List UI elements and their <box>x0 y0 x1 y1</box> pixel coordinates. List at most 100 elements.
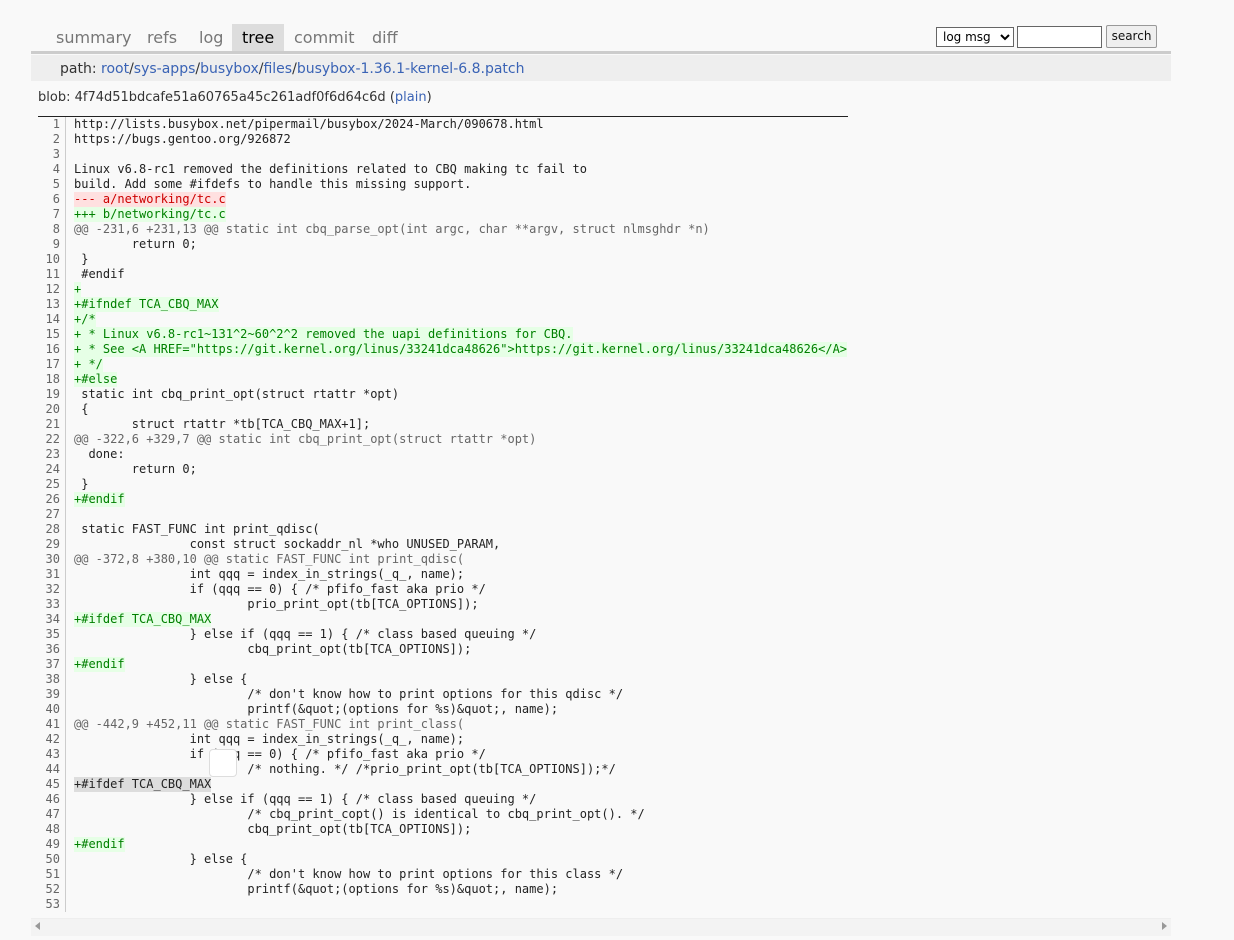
tab-diff[interactable]: diff <box>362 24 408 51</box>
breadcrumb-root[interactable]: root <box>101 61 129 77</box>
line-number[interactable]: 21 <box>38 417 66 432</box>
line-number[interactable]: 8 <box>38 222 66 237</box>
line-number[interactable]: 16 <box>38 342 66 357</box>
line-number[interactable]: 44 <box>38 762 66 777</box>
diff-add-text: +#endif <box>74 492 125 507</box>
code-line: 9 return 0; <box>38 237 847 252</box>
line-number[interactable]: 30 <box>38 552 66 567</box>
line-number[interactable]: 45 <box>38 777 66 792</box>
line-number[interactable]: 2 <box>38 132 66 147</box>
code-line: 51 /* don't know how to print options fo… <box>38 867 847 882</box>
line-number[interactable]: 43 <box>38 747 66 762</box>
line-number[interactable]: 37 <box>38 657 66 672</box>
code-line: 26 +#endif <box>38 492 847 507</box>
line-number[interactable]: 47 <box>38 807 66 822</box>
breadcrumb-sys-apps[interactable]: sys-apps <box>134 61 196 77</box>
line-text: /* don't know how to print options for t… <box>74 687 624 701</box>
line-number[interactable]: 12 <box>38 282 66 297</box>
line-number[interactable]: 20 <box>38 402 66 417</box>
line-number[interactable]: 50 <box>38 852 66 867</box>
line-text: /* cbq_print_copt() is identical to cbq_… <box>74 807 645 821</box>
code-text: } else { <box>66 852 248 867</box>
line-number[interactable]: 1 <box>38 117 66 132</box>
line-number[interactable]: 22 <box>38 432 66 447</box>
diff-hunk-text: @@ -231,6 +231,13 @@ static int cbq_pars… <box>74 222 710 236</box>
line-number[interactable]: 27 <box>38 507 66 522</box>
line-number[interactable]: 35 <box>38 627 66 642</box>
line-number[interactable]: 51 <box>38 867 66 882</box>
diff-add-text: + * See <A HREF="https://git.kernel.org/… <box>74 342 848 357</box>
horizontal-scrollbar[interactable] <box>31 918 1171 936</box>
line-number[interactable]: 13 <box>38 297 66 312</box>
scroll-left-arrow-icon[interactable] <box>35 922 40 930</box>
code-text: + <box>66 282 82 297</box>
line-text: const struct sockaddr_nl *who UNUSED_PAR… <box>74 537 501 551</box>
line-number[interactable]: 11 <box>38 267 66 282</box>
tab-commit[interactable]: commit <box>284 24 364 51</box>
code-line: 16 + * See <A HREF="https://git.kernel.or… <box>38 342 848 357</box>
line-number[interactable]: 14 <box>38 312 66 327</box>
line-number[interactable]: 36 <box>38 642 66 657</box>
code-line: 46 } else if (qqq == 1) { /* class based… <box>38 792 847 807</box>
diff-hunk-text: @@ -322,6 +329,7 @@ static int cbq_print… <box>74 432 537 446</box>
line-text: int qqq = index_in_strings(_q_, name); <box>74 732 465 746</box>
line-number[interactable]: 18 <box>38 372 66 387</box>
line-number[interactable]: 32 <box>38 582 66 597</box>
line-number[interactable]: 29 <box>38 537 66 552</box>
line-number[interactable]: 48 <box>38 822 66 837</box>
plain-link[interactable]: plain <box>395 90 427 105</box>
line-number[interactable]: 4 <box>38 162 66 177</box>
tab-refs[interactable]: refs <box>137 24 187 51</box>
line-number[interactable]: 5 <box>38 177 66 192</box>
search-type-select[interactable]: log msg <box>936 27 1014 47</box>
code-text: +#endif <box>66 492 125 507</box>
line-number[interactable]: 6 <box>38 192 66 207</box>
line-text: prio_print_opt(tb[TCA_OPTIONS]); <box>74 597 479 611</box>
code-line: 53 <box>38 897 847 912</box>
code-text: +#ifndef TCA_CBQ_MAX <box>66 297 219 312</box>
line-number[interactable]: 10 <box>38 252 66 267</box>
line-number[interactable]: 9 <box>38 237 66 252</box>
line-number[interactable]: 24 <box>38 462 66 477</box>
line-number[interactable]: 41 <box>38 717 66 732</box>
line-number[interactable]: 53 <box>38 897 66 912</box>
line-number[interactable]: 28 <box>38 522 66 537</box>
line-number[interactable]: 52 <box>38 882 66 897</box>
line-number[interactable]: 42 <box>38 732 66 747</box>
tab-summary[interactable]: summary <box>46 24 142 51</box>
line-number[interactable]: 19 <box>38 387 66 402</box>
line-number[interactable]: 26 <box>38 492 66 507</box>
diff-add-text: + <box>74 282 82 297</box>
line-number[interactable]: 46 <box>38 792 66 807</box>
line-number[interactable]: 23 <box>38 447 66 462</box>
breadcrumb-patch-file[interactable]: busybox-1.36.1-kernel-6.8.patch <box>297 61 525 77</box>
breadcrumb-busybox[interactable]: busybox <box>200 61 259 77</box>
line-number[interactable]: 17 <box>38 357 66 372</box>
line-number[interactable]: 49 <box>38 837 66 852</box>
line-number[interactable]: 33 <box>38 597 66 612</box>
tab-tree[interactable]: tree <box>232 24 285 51</box>
line-number[interactable]: 25 <box>38 477 66 492</box>
code-line: 1 http://lists.busybox.net/pipermail/busy… <box>38 117 847 132</box>
line-text: } else { <box>74 852 248 866</box>
code-line: 25 } <box>38 477 847 492</box>
search-input[interactable] <box>1017 26 1102 48</box>
line-number[interactable]: 38 <box>38 672 66 687</box>
scroll-right-arrow-icon[interactable] <box>1162 922 1167 930</box>
code-text: +#ifdef TCA_CBQ_MAX <box>66 777 212 792</box>
line-number[interactable]: 7 <box>38 207 66 222</box>
line-number[interactable]: 39 <box>38 687 66 702</box>
tab-log[interactable]: log <box>189 24 233 51</box>
line-number[interactable]: 34 <box>38 612 66 627</box>
line-number[interactable]: 40 <box>38 702 66 717</box>
line-number[interactable]: 3 <box>38 147 66 162</box>
line-text: build. Add some #ifdefs to handle this m… <box>74 177 472 191</box>
breadcrumb-files[interactable]: files <box>263 61 292 77</box>
code-line: 48 cbq_print_opt(tb[TCA_OPTIONS]); <box>38 822 847 837</box>
search-button[interactable]: search <box>1106 25 1157 48</box>
line-number[interactable]: 31 <box>38 567 66 582</box>
line-number[interactable]: 15 <box>38 327 66 342</box>
line-text: http://lists.busybox.net/pipermail/busyb… <box>74 117 544 131</box>
line-text: static int cbq_print_opt(struct rtattr *… <box>74 387 400 401</box>
